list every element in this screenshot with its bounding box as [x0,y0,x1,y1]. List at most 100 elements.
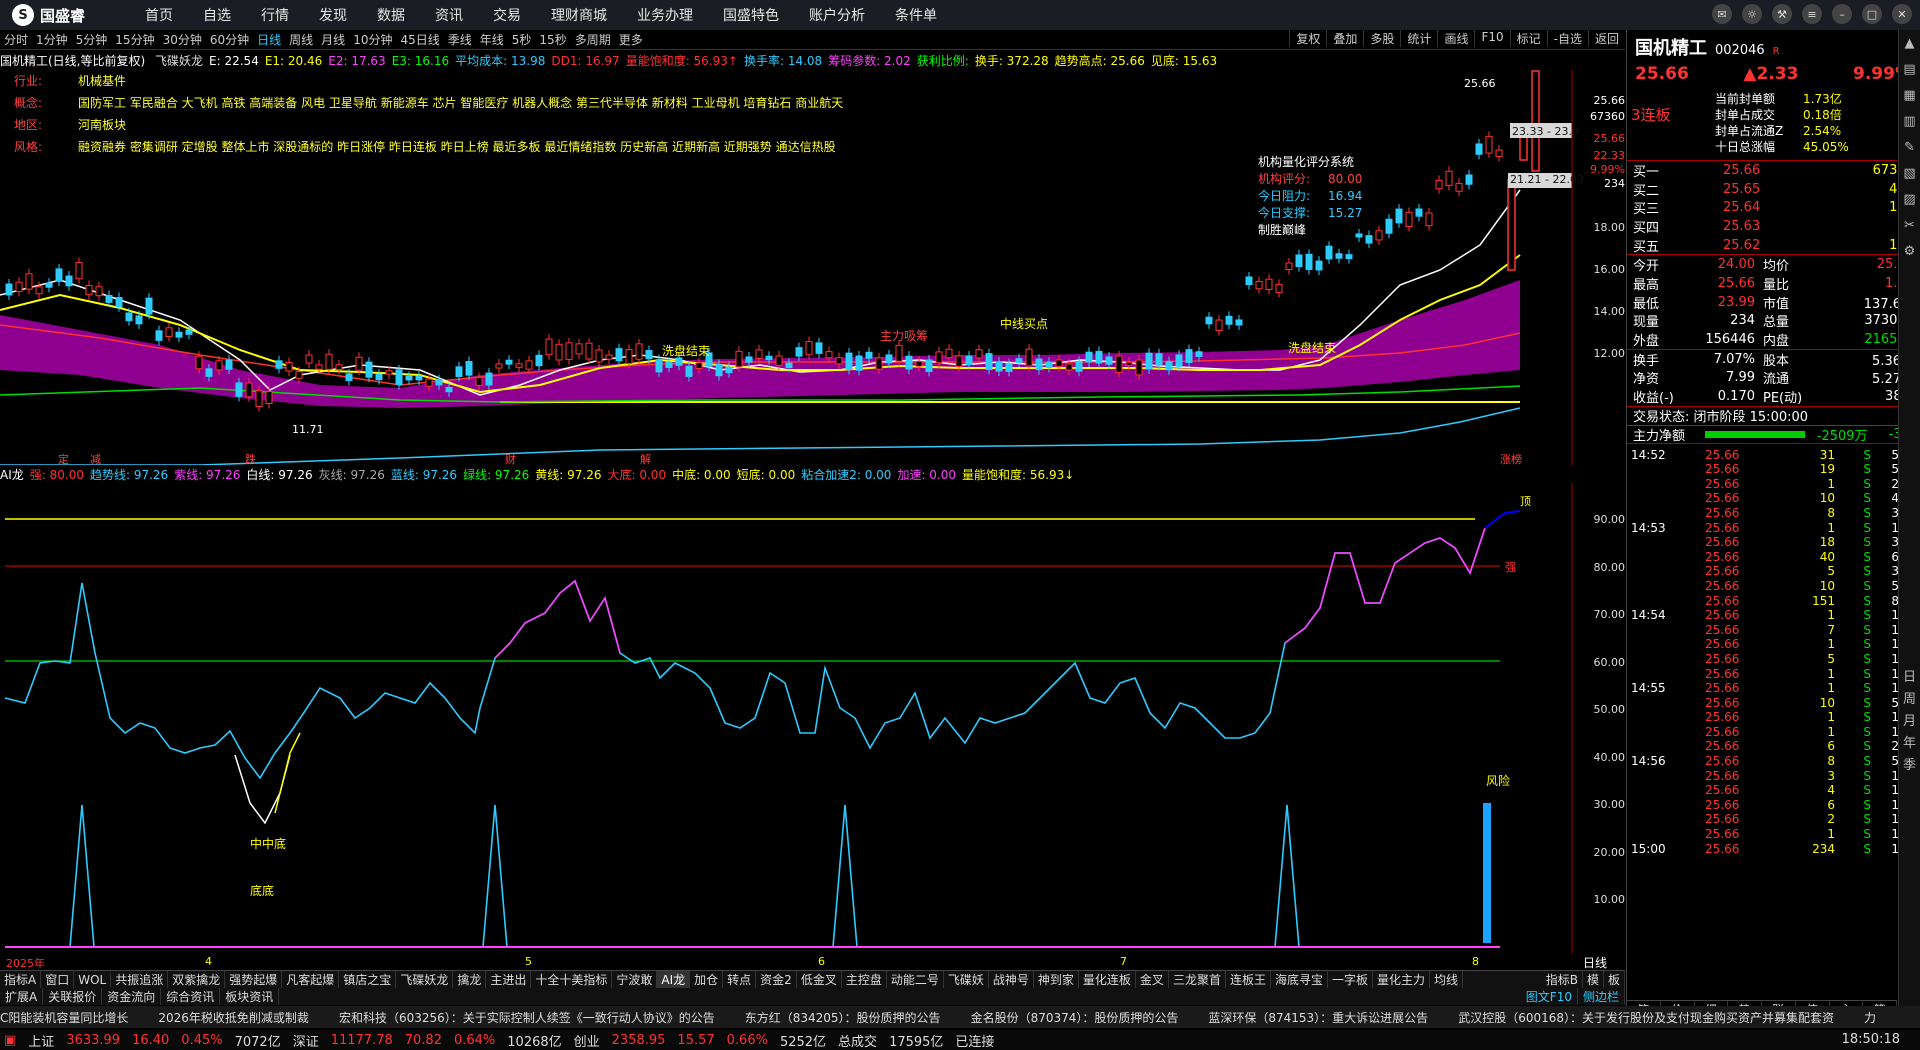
indicator-tab[interactable]: 指标A [0,971,42,988]
period-tab[interactable]: 15秒 [535,31,570,48]
side-tool-icon[interactable]: ▤ [1899,62,1920,84]
indicator-tab[interactable]: 镇店之宝 [339,971,397,988]
news-item[interactable]: 金名股份（870374）：股份质押的公告 [971,1009,1179,1026]
indicator-tab[interactable]: 一字板 [1328,971,1373,988]
news-item[interactable]: 东方红（834205）：股份质押的公告 [745,1009,941,1026]
top-menu-item[interactable]: 交易 [478,5,536,25]
indicator-tab[interactable]: 连板王 [1226,971,1271,988]
side-tool-icon[interactable]: ▦ [1899,88,1920,110]
news-ticker[interactable]: C阳能装机容量同比增长 2026年税收抵免削减或制裁 宏和科技（603256）：关于… [0,1006,1920,1028]
indicator-tab[interactable]: AI龙 [657,971,691,988]
news-item[interactable]: 力 [1864,1009,1876,1026]
period-tab[interactable]: 季线 [444,31,476,48]
tick-list[interactable]: 14:52 25.66 31 S 5 25.66 19 S 5 25.66 1 S 2 25.66 10 S 4… [1627,443,1920,856]
indicator-tab[interactable]: 加仓 [690,971,724,988]
period-tab[interactable]: 周线 [285,31,317,48]
chart-tool-button[interactable]: 画线 [1437,30,1474,47]
side-tool-icon[interactable]: ▧ [1899,166,1920,188]
top-menu-item[interactable]: 发现 [304,5,362,25]
news-item[interactable]: C阳能装机容量同比增长 [0,1009,128,1026]
news-item[interactable]: 宏和科技（603256）：关于实际控制人续签《一致行动人协议》的公告 [339,1009,715,1026]
maximize-icon[interactable]: □ [1862,4,1882,24]
indicator-right-tab[interactable]: 指标B [1542,971,1583,988]
period-tab[interactable]: 15分钟 [111,31,158,48]
bottom-sub-tab[interactable]: 综合资讯 [161,988,221,1005]
side-tool-icon[interactable]: ⚙ [1899,244,1920,266]
indicator-tab[interactable]: 十全十美指标 [531,971,613,988]
indicator-tab[interactable]: 强势起爆 [225,971,283,988]
indicator-tab[interactable]: 量化连板 [1079,971,1136,988]
chart-tool-button[interactable]: -自选 [1546,30,1588,47]
top-menu-item[interactable]: 行情 [246,5,304,25]
chart-tool-button[interactable]: 标记 [1509,30,1547,47]
top-menu-item[interactable]: 数据 [362,5,420,25]
period-tab[interactable]: 日线 [253,31,285,48]
minimize-icon[interactable]: – [1832,4,1852,24]
side-period-tab[interactable]: 月 [1899,710,1920,732]
indicator-tab[interactable]: 神到家 [1034,971,1079,988]
tools-icon[interactable]: ⚒ [1772,4,1792,24]
footer-tab[interactable]: 图文F10 [1521,988,1578,1005]
period-tab[interactable]: 30分钟 [159,31,206,48]
indicator-tab[interactable]: 主控盘 [842,971,887,988]
bid-row[interactable]: 买三25.64152 [1627,198,1920,217]
candlestick-chart[interactable]: 23.33 - 23.9 21.21 - 22.03 25.66 11.71 洗… [0,70,1625,465]
indicator-tab[interactable]: 动能二号 [887,971,944,988]
bottom-sub-tab[interactable]: 关联报价 [43,988,103,1005]
bid-row[interactable]: 买二25.65408 [1627,180,1920,199]
top-menu-item[interactable]: 业务办理 [622,5,708,25]
indicator-tab[interactable]: 共振追涨 [111,971,169,988]
side-period-tab[interactable]: 季 [1899,754,1920,776]
indicator-tab[interactable]: 量化主力 [1373,971,1431,988]
period-tab[interactable]: 10分钟 [349,31,396,48]
indicator-tab[interactable]: WOL [74,972,112,987]
indicator-tab[interactable]: 双紫擒龙 [168,971,226,988]
period-tab[interactable]: 月线 [317,31,349,48]
app-logo[interactable]: S 国盛睿 [0,4,130,26]
period-tab[interactable]: 年线 [476,31,508,48]
indicator-tab[interactable]: 转点 [723,971,757,988]
top-menu-item[interactable]: 资讯 [420,5,478,25]
period-footer[interactable]: 日线 [1583,954,1607,971]
top-menu-item[interactable]: 自选 [188,5,246,25]
message-icon[interactable]: ✉ [1712,4,1732,24]
indicator-tab[interactable]: 均线 [1430,971,1464,988]
skin-icon[interactable]: ☼ [1742,4,1762,24]
indicator-tab[interactable]: 海底寻宝 [1271,971,1328,988]
indicator-tab[interactable]: 凡客起爆 [282,971,340,988]
bottom-sub-tab[interactable]: 扩展A [0,988,44,1005]
period-tab[interactable]: 45日线 [396,31,443,48]
chart-tool-button[interactable]: 复权 [1289,30,1326,47]
indicator-tab[interactable]: 资金2 [756,971,797,988]
side-tool-icon[interactable]: ▥ [1899,114,1920,136]
bottom-sub-tab[interactable]: 板块资讯 [220,988,280,1005]
footer-tab[interactable]: 侧边栏 [1578,988,1625,1005]
indicator-tab[interactable]: 飞碟妖龙 [396,971,454,988]
top-menu-item[interactable]: 理财商城 [536,5,622,25]
period-tab[interactable]: 60分钟 [206,31,253,48]
period-tab[interactable]: 1分钟 [32,31,72,48]
indicator-tab[interactable]: 飞碟妖 [944,971,989,988]
side-tool-icon[interactable]: ✂ [1899,218,1920,240]
chart-tool-button[interactable]: 统计 [1400,30,1437,47]
side-tool-icon[interactable]: ▲ [1899,36,1920,58]
indicator-tab[interactable]: 金叉 [1136,971,1169,988]
period-tab[interactable]: 5秒 [508,31,536,48]
menu-icon[interactable]: ≡ [1802,4,1822,24]
news-item[interactable]: 2026年税收抵免削减或制裁 [158,1009,309,1026]
side-tool-icon[interactable]: ✎ [1899,140,1920,162]
top-menu-item[interactable]: 条件单 [880,5,952,25]
bottom-sub-tab[interactable]: 资金流向 [102,988,162,1005]
indicator-tab[interactable]: 战神号 [989,971,1034,988]
news-item[interactable]: 武汉控股（600168）：关于发行股份及支付现金购买资产并募集配套资 [1458,1009,1834,1026]
chart-tool-button[interactable]: 多股 [1363,30,1400,47]
chart-tool-button[interactable]: 返回 [1587,30,1625,47]
side-tool-icon[interactable]: ▨ [1899,192,1920,214]
indicator-tab[interactable]: 低金叉 [797,971,842,988]
indicator-tab[interactable]: 窗口 [41,971,75,988]
bid-row[interactable]: 买一 25.66 67360 [1627,161,1920,180]
top-menu-item[interactable]: 账户分析 [794,5,880,25]
period-tab[interactable]: 多周期 [571,31,615,48]
indicator-tab[interactable]: 宁波敢 [612,971,658,988]
oscillator-chart[interactable]: 强 中中底 底底 风险 顶 [0,483,1625,953]
